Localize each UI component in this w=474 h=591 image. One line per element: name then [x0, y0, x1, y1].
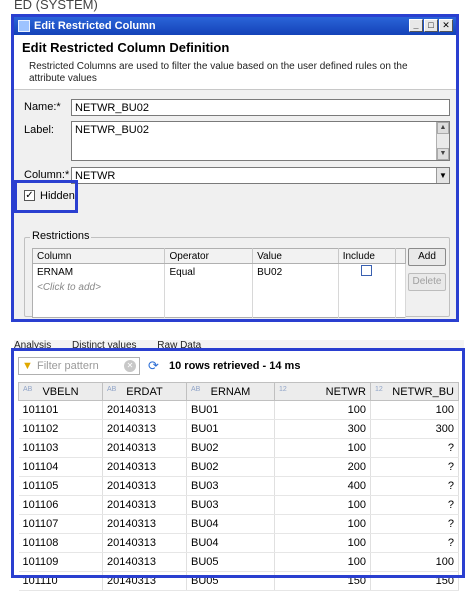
results-highlight-frame [11, 348, 465, 578]
dialog-highlight-frame [11, 14, 459, 322]
background-window-title: ED (SYSTEM) [14, 0, 98, 12]
